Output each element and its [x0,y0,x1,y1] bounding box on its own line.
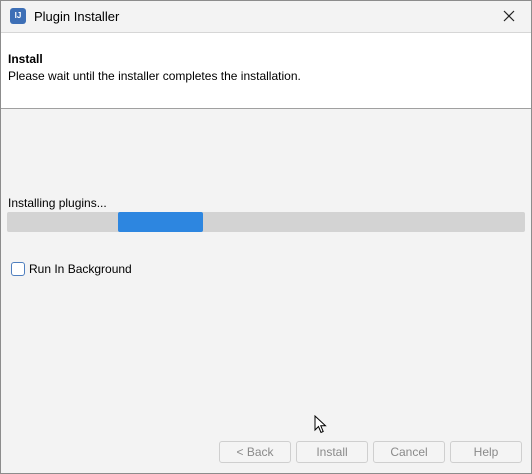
page-description: Please wait until the installer complete… [8,69,301,83]
page-title: Install [8,52,43,66]
back-button[interactable]: < Back [219,441,291,463]
mouse-cursor-icon [314,415,327,434]
header-panel: Install Please wait until the installer … [1,32,531,109]
plugin-installer-window: IJ Plugin Installer Install Please wait … [0,0,532,474]
progress-label: Installing plugins... [8,196,107,210]
run-in-background-label[interactable]: Run In Background [29,262,132,276]
close-button[interactable] [494,4,524,28]
progress-bar-fill [118,212,203,232]
run-in-background-checkbox[interactable] [11,262,25,276]
run-in-background-option[interactable]: Run In Background [11,261,132,277]
progress-bar [7,212,525,232]
app-icon: IJ [10,8,26,24]
window-title: Plugin Installer [34,9,120,24]
help-button[interactable]: Help [450,441,522,463]
cancel-button[interactable]: Cancel [373,441,445,463]
title-bar[interactable]: IJ Plugin Installer [1,1,531,32]
close-icon [503,10,515,22]
install-button[interactable]: Install [296,441,368,463]
